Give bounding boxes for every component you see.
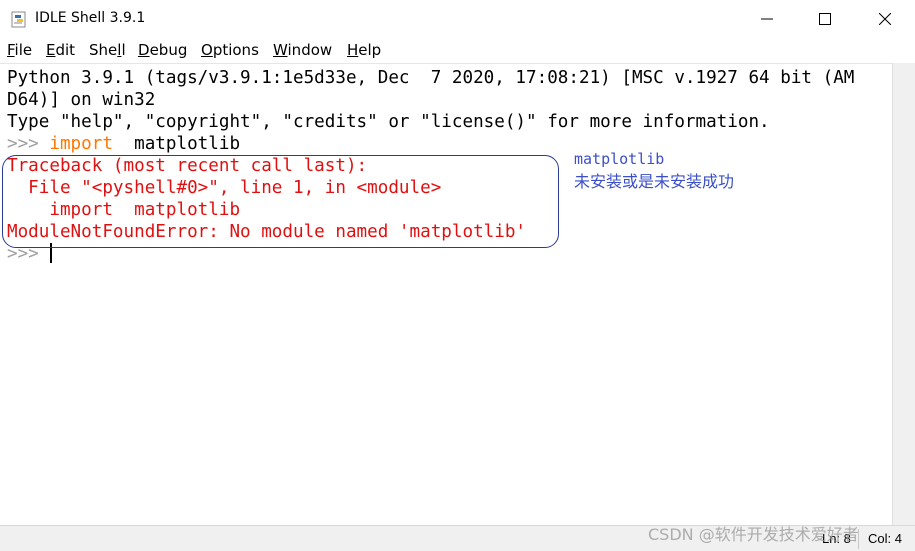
- close-button[interactable]: [856, 0, 914, 38]
- banner-line: D64)] on win32: [7, 90, 156, 110]
- close-icon: [879, 13, 891, 25]
- banner-line: Python 3.9.1 (tags/v3.9.1:1e5d33e, Dec 7…: [7, 68, 855, 88]
- menu-window[interactable]: Window: [273, 41, 332, 59]
- shell-prompt: >>>: [7, 244, 50, 264]
- menu-debug[interactable]: Debug: [138, 41, 187, 59]
- status-column: Col: 4: [868, 531, 902, 546]
- menu-bar: File Edit Shell Debug Options Window Hel…: [0, 38, 915, 62]
- traceback-line: Traceback (most recent call last):: [7, 156, 368, 176]
- vertical-scrollbar[interactable]: [892, 63, 915, 525]
- watermark: CSDN @软件开发技术爱好者: [648, 525, 859, 544]
- menu-help[interactable]: Help: [347, 41, 381, 59]
- python-icon: [11, 11, 26, 28]
- keyword-import: import: [49, 134, 113, 154]
- minimize-icon: [761, 18, 773, 20]
- error-line: ModuleNotFoundError: No module named 'ma…: [7, 222, 527, 242]
- menu-edit[interactable]: Edit: [46, 41, 75, 59]
- menu-shell[interactable]: Shell: [89, 41, 126, 59]
- minimize-button[interactable]: [738, 0, 796, 38]
- banner-line: Type "help", "copyright", "credits" or "…: [7, 112, 770, 132]
- annotation-note: 未安装或是未安装成功: [574, 172, 735, 191]
- maximize-icon: [819, 13, 831, 25]
- title-bar: IDLE Shell 3.9.1: [0, 0, 915, 38]
- annotation-label: matplotlib: [574, 150, 665, 168]
- text-cursor: [50, 243, 52, 263]
- maximize-button[interactable]: [796, 0, 854, 38]
- shell-prompt: >>>: [7, 134, 50, 154]
- menu-options[interactable]: Options: [201, 41, 259, 59]
- menu-file[interactable]: File: [7, 41, 32, 59]
- window-title: IDLE Shell 3.9.1: [35, 10, 146, 26]
- command-text: matplotlib: [112, 134, 241, 154]
- traceback-line: import matplotlib: [7, 200, 241, 220]
- shell-text-area[interactable]: Python 3.9.1 (tags/v3.9.1:1e5d33e, Dec 7…: [0, 63, 892, 525]
- traceback-line: File "<pyshell#0>", line 1, in <module>: [7, 178, 442, 198]
- input-line: >>> import matplotlib: [7, 133, 240, 155]
